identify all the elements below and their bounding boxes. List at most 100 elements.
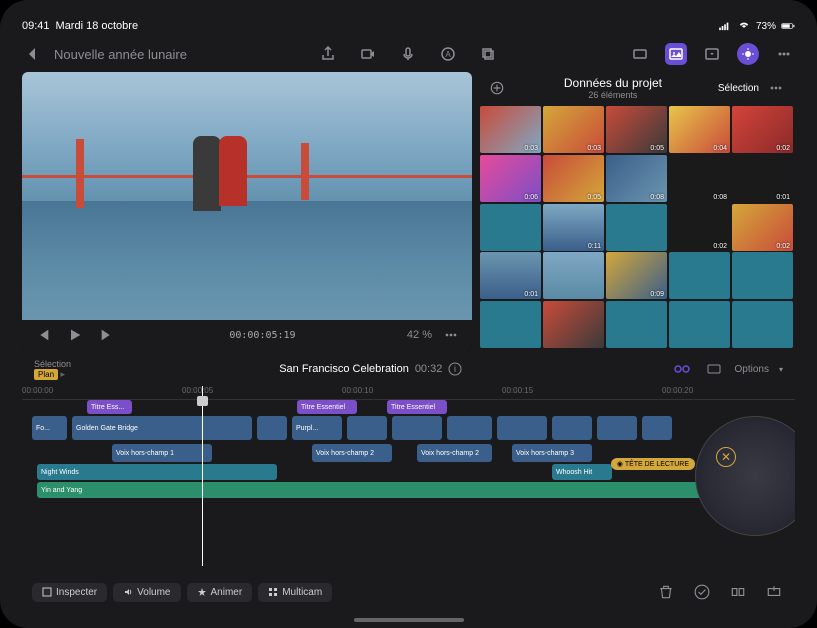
volume-button[interactable]: Volume xyxy=(113,583,180,602)
animate-button[interactable]: Animer xyxy=(187,583,253,602)
share-icon[interactable] xyxy=(317,43,339,65)
media-thumb[interactable]: 0:02 xyxy=(669,204,730,251)
trash-icon[interactable] xyxy=(655,581,677,603)
layers-icon[interactable] xyxy=(477,43,499,65)
timeline-tracks[interactable]: Titre Ess... Titre Essentiel Titre Essenti… xyxy=(22,400,795,500)
vo-clip[interactable]: Voix hors-champ 1 xyxy=(112,444,212,462)
link-icon[interactable] xyxy=(671,358,693,380)
video-clip[interactable]: Golden Gate Bridge xyxy=(72,416,252,440)
play-button[interactable] xyxy=(64,324,86,346)
vo-clip[interactable]: Voix hors-champ 2 xyxy=(417,444,492,462)
media-thumb[interactable] xyxy=(606,204,667,251)
video-clip[interactable] xyxy=(347,416,387,440)
media-thumb[interactable] xyxy=(732,301,793,348)
status-date: Mardi 18 octobre xyxy=(56,20,139,32)
video-clip[interactable] xyxy=(257,416,287,440)
video-clip[interactable] xyxy=(597,416,637,440)
timeline[interactable]: 00:00:0000:00:0500:00:1000:00:1500:00:20… xyxy=(22,386,795,566)
media-thumb[interactable]: 0:05 xyxy=(606,106,667,153)
ruler-mark: 00:00:05 xyxy=(182,386,213,395)
media-thumb[interactable]: 0:09 xyxy=(606,252,667,299)
info-icon[interactable]: i xyxy=(448,362,462,376)
viewer-panel: 00:00:05:19 42 % xyxy=(22,72,472,350)
marker-icon[interactable]: A xyxy=(437,43,459,65)
options-button[interactable]: Options xyxy=(735,364,769,375)
import-icon[interactable] xyxy=(701,43,723,65)
thumb-duration: 0:08 xyxy=(713,194,727,201)
split-icon[interactable] xyxy=(727,581,749,603)
svg-text:i: i xyxy=(454,364,456,374)
media-thumb[interactable]: 0:11 xyxy=(543,204,604,251)
viewer-zoom[interactable]: 42 % xyxy=(407,329,432,341)
audio-clip[interactable]: Whoosh Hit xyxy=(552,464,612,480)
media-thumb[interactable]: 0:02 xyxy=(732,204,793,251)
multicam-button[interactable]: Multicam xyxy=(258,583,332,602)
media-thumb[interactable] xyxy=(669,252,730,299)
media-thumb[interactable]: 0:01 xyxy=(732,155,793,202)
selection-label[interactable]: Sélection xyxy=(718,83,759,94)
media-thumb[interactable]: 0:06 xyxy=(480,155,541,202)
media-thumb[interactable] xyxy=(543,252,604,299)
audio-clip[interactable]: Night Winds xyxy=(37,464,277,480)
media-browser: Données du projet 26 éléments Sélection … xyxy=(478,72,795,350)
music-clip[interactable]: Yin and Yang xyxy=(37,482,717,498)
prev-button[interactable] xyxy=(32,324,54,346)
thumb-duration: 0:02 xyxy=(776,243,790,250)
video-clip[interactable] xyxy=(552,416,592,440)
video-clip[interactable]: Purpl... xyxy=(292,416,342,440)
media-thumb[interactable] xyxy=(480,204,541,251)
snap-icon[interactable] xyxy=(703,358,725,380)
title-clip[interactable]: Titre Ess... xyxy=(87,400,132,414)
next-button[interactable] xyxy=(96,324,118,346)
media-thumb[interactable]: 0:03 xyxy=(543,106,604,153)
viewer-canvas[interactable] xyxy=(22,72,472,320)
project-title[interactable]: Nouvelle année lunaire xyxy=(54,47,187,62)
playhead[interactable] xyxy=(202,386,203,566)
media-thumb[interactable] xyxy=(732,252,793,299)
video-clip[interactable] xyxy=(642,416,672,440)
vo-clip[interactable]: Voix hors-champ 3 xyxy=(512,444,592,462)
thumb-duration: 0:02 xyxy=(713,243,727,250)
thumb-duration: 0:06 xyxy=(524,194,538,201)
media-thumb[interactable]: 0:08 xyxy=(669,155,730,202)
vo-clip[interactable]: Voix hors-champ 2 xyxy=(312,444,392,462)
media-thumb[interactable] xyxy=(669,301,730,348)
top-toolbar: Nouvelle année lunaire A xyxy=(22,40,795,68)
video-clip[interactable]: Fo... xyxy=(32,416,67,440)
ruler-mark: 00:00:00 xyxy=(22,386,53,395)
effects-icon[interactable] xyxy=(737,43,759,65)
status-time: 09:41 xyxy=(22,20,50,32)
title-clip[interactable]: Titre Essentiel xyxy=(387,400,447,414)
media-thumb[interactable] xyxy=(480,301,541,348)
jog-close-button[interactable]: ✕ xyxy=(716,447,736,467)
check-icon[interactable] xyxy=(691,581,713,603)
timeline-ruler[interactable]: 00:00:0000:00:0500:00:1000:00:1500:00:20 xyxy=(22,386,795,400)
media-thumb[interactable]: 0:03 xyxy=(480,106,541,153)
inspector-button[interactable]: Inspecter xyxy=(32,583,107,602)
media-thumb[interactable]: 0:05 xyxy=(543,155,604,202)
video-clip[interactable] xyxy=(392,416,442,440)
video-clip[interactable] xyxy=(447,416,492,440)
media-thumb[interactable]: 0:02 xyxy=(732,106,793,153)
media-thumb[interactable] xyxy=(606,301,667,348)
video-clip[interactable] xyxy=(497,416,547,440)
media-thumb[interactable]: 0:01 xyxy=(480,252,541,299)
more-icon[interactable] xyxy=(773,43,795,65)
back-button[interactable] xyxy=(22,43,44,65)
photo-browser-icon[interactable] xyxy=(665,43,687,65)
browser-filter-icon[interactable] xyxy=(486,77,508,99)
add-icon[interactable] xyxy=(763,581,785,603)
camera-icon[interactable] xyxy=(357,43,379,65)
media-thumb[interactable] xyxy=(543,301,604,348)
rect-icon[interactable] xyxy=(629,43,651,65)
thumb-duration: 0:09 xyxy=(650,291,664,298)
home-indicator[interactable] xyxy=(354,618,464,622)
browser-more-icon[interactable] xyxy=(765,77,787,99)
media-thumb[interactable]: 0:08 xyxy=(606,155,667,202)
title-clip[interactable]: Titre Essentiel xyxy=(297,400,357,414)
chevron-down-icon[interactable]: ▾ xyxy=(779,365,783,374)
viewer-more-icon[interactable] xyxy=(440,324,462,346)
media-thumb[interactable]: 0:04 xyxy=(669,106,730,153)
mic-icon[interactable] xyxy=(397,43,419,65)
timeline-header: Sélection Plan ▸ San Francisco Celebrati… xyxy=(22,354,795,384)
